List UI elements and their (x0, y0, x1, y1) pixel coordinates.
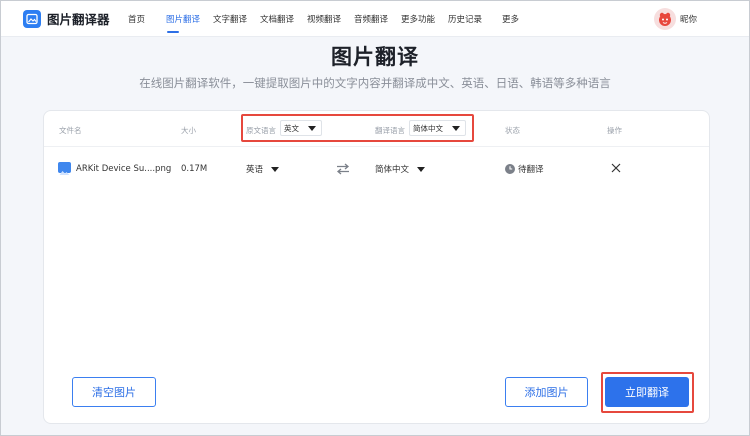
chevron-down-icon (308, 126, 316, 131)
table-row: ARKit Device Su....png 0.17M 英语 简体中文 待翻译 (44, 147, 709, 191)
nav-item-more[interactable]: 更多 (502, 13, 519, 25)
nav-item-video-translate[interactable]: 视频翻译 (307, 13, 341, 25)
status-text: 待翻译 (518, 165, 544, 175)
cartoon-avatar-icon[interactable] (654, 8, 676, 30)
translate-now-button[interactable]: 立即翻译 (605, 377, 689, 407)
page-subtitle: 在线图片翻译软件，一键提取图片中的文字内容并翻译成中文、英语、日语、韩语等多种语… (139, 76, 611, 90)
app-name: 图片翻译器 (47, 12, 110, 27)
nav-item-audio-translate[interactable]: 音频翻译 (354, 13, 388, 25)
row-source-language-dropdown[interactable]: 英语 (246, 163, 280, 175)
status-badge: 待翻译 (505, 163, 544, 175)
file-name: ARKit Device Su....png (76, 164, 172, 174)
header-status: 状态 (505, 126, 520, 135)
close-icon[interactable] (610, 162, 622, 174)
app-logo[interactable]: 图片翻译器 (23, 9, 110, 28)
image-icon (23, 9, 41, 28)
add-image-button[interactable]: 添加图片 (505, 377, 588, 407)
nav-item-image-translate[interactable]: 图片翻译 (166, 13, 200, 25)
row-target-language-dropdown[interactable]: 简体中文 (375, 163, 426, 175)
nav-item-doc-translate[interactable]: 文档翻译 (260, 13, 294, 25)
row-source-language-value: 英语 (246, 165, 264, 175)
active-tab-indicator (167, 31, 179, 33)
table-header: 文件名 大小 原文语言 英文 翻译语言 简体中文 状态 操作 (44, 111, 709, 147)
header-target-language: 翻译语言 (375, 126, 405, 135)
clock-icon (505, 164, 515, 174)
swap-languages-icon[interactable] (336, 163, 350, 175)
chevron-down-icon (417, 166, 426, 172)
header-size: 大小 (181, 126, 196, 135)
chevron-down-icon (271, 166, 280, 172)
target-language-value: 简体中文 (413, 123, 443, 133)
header-filename: 文件名 (59, 126, 82, 135)
user-menu[interactable]: 昵你 (654, 8, 697, 30)
page-title: 图片翻译 (331, 45, 419, 69)
row-target-language-value: 简体中文 (375, 165, 410, 175)
source-language-select[interactable]: 英文 (280, 120, 322, 136)
clear-images-button[interactable]: 清空图片 (72, 377, 156, 407)
user-nickname[interactable]: 昵你 (680, 13, 697, 25)
header-action: 操作 (607, 126, 622, 135)
source-language-value: 英文 (284, 123, 299, 133)
nav-item-history[interactable]: 历史记录 (448, 13, 482, 25)
top-nav: 图片翻译器 首页 图片翻译 文字翻译 文档翻译 视频翻译 音频翻译 更多功能 历… (1, 1, 749, 37)
target-language-select[interactable]: 简体中文 (409, 120, 466, 136)
chevron-down-icon (452, 126, 460, 131)
header-source-language: 原文语言 (246, 126, 276, 135)
nav-item-more-features[interactable]: 更多功能 (401, 13, 435, 25)
nav-item-text-translate[interactable]: 文字翻译 (213, 13, 247, 25)
image-file-icon (58, 162, 71, 175)
file-size: 0.17M (181, 164, 208, 174)
nav-item-home[interactable]: 首页 (128, 13, 145, 25)
